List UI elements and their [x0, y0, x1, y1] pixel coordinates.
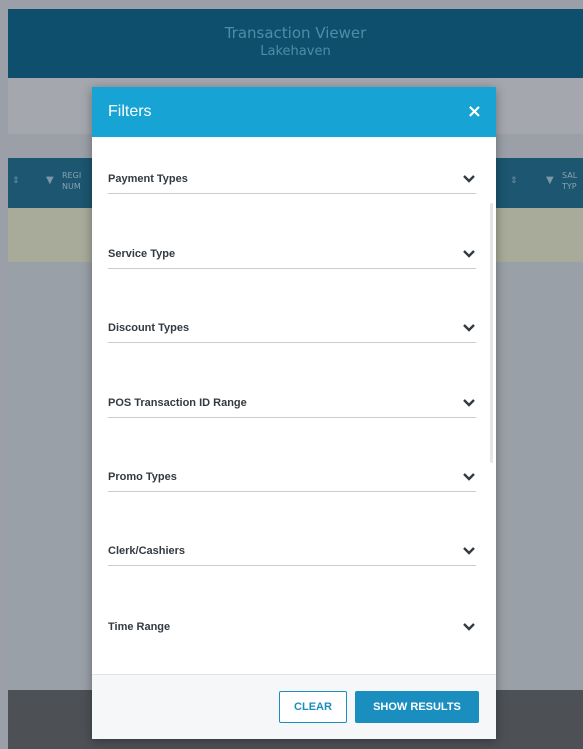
scrollbar[interactable]	[490, 203, 493, 463]
sort-icon[interactable]: ⇕	[510, 176, 518, 186]
filters-modal: Filters × Payment Types Service Type Dis…	[92, 87, 496, 739]
chevron-down-icon	[463, 546, 475, 555]
filter-section-clerk-cashiers[interactable]: Clerk/Cashiers	[108, 536, 476, 566]
modal-title: Filters	[108, 103, 152, 120]
show-results-button[interactable]: SHOW RESULTS	[355, 691, 479, 723]
chevron-down-icon	[463, 249, 475, 258]
filter-section-label: POS Transaction ID Range	[108, 396, 247, 409]
filter-section-label: Discount Types	[108, 321, 190, 334]
filter-section-discount-types[interactable]: Discount Types	[108, 313, 476, 343]
filter-section-label: Service Type	[108, 247, 176, 260]
chevron-down-icon	[463, 623, 475, 631]
chevron-down-icon	[463, 472, 475, 481]
modal-footer: CLEAR SHOW RESULTS	[92, 674, 496, 739]
app-header: Transaction Viewer Lakehaven	[8, 9, 583, 78]
app-title: Transaction Viewer	[224, 24, 367, 42]
filter-section-pos-transaction-id-range[interactable]: POS Transaction ID Range	[108, 388, 476, 418]
filter-section-label: Promo Types	[108, 470, 177, 483]
app-subtitle: Lakehaven	[260, 44, 331, 59]
filter-section-promo-types[interactable]: Promo Types	[108, 462, 476, 492]
modal-header: Filters ×	[92, 87, 496, 137]
clear-button[interactable]: CLEAR	[279, 691, 347, 723]
filter-section-time-range[interactable]: Time Range	[108, 612, 476, 642]
chevron-down-icon	[463, 323, 475, 332]
filters-list: Payment Types Service Type Discount Type…	[92, 137, 496, 674]
sort-icon[interactable]: ⇕	[12, 176, 20, 186]
filter-section-label: Time Range	[108, 621, 171, 633]
filter-section-payment-types[interactable]: Payment Types	[108, 164, 476, 194]
filter-funnel-icon[interactable]: ▼	[46, 175, 54, 186]
filter-section-label: Clerk/Cashiers	[108, 544, 186, 557]
column-header-register-number[interactable]: REGI NUM	[62, 170, 81, 192]
filter-section-label: Payment Types	[108, 172, 188, 185]
filter-section-service-type[interactable]: Service Type	[108, 239, 476, 269]
column-header-sale-type[interactable]: SAL TYP	[562, 170, 577, 192]
chevron-down-icon	[463, 174, 475, 183]
close-icon[interactable]: ×	[467, 103, 482, 121]
chevron-down-icon	[463, 398, 475, 407]
filter-funnel-icon[interactable]: ▼	[546, 175, 554, 186]
